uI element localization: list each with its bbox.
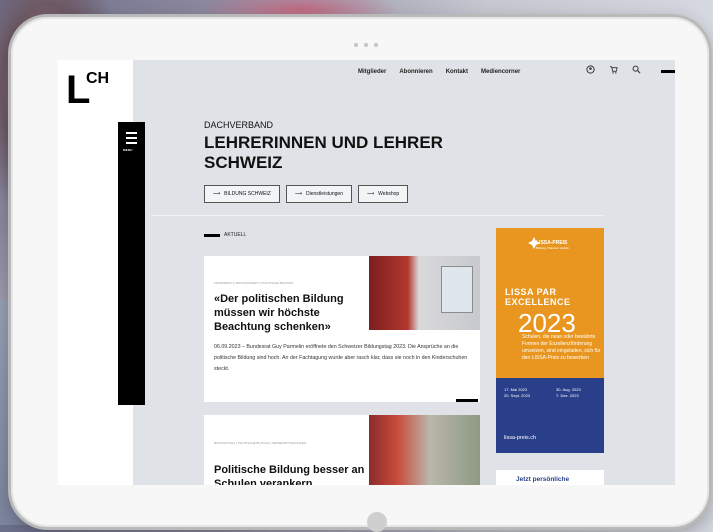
site-logo[interactable]: L CH bbox=[66, 70, 109, 110]
hamburger-icon[interactable] bbox=[126, 132, 137, 147]
search-icon[interactable] bbox=[632, 65, 641, 77]
article-image bbox=[369, 256, 480, 330]
menu-label: MENU bbox=[123, 148, 133, 152]
article-title[interactable]: Politische Bildung besser an Schulen ver… bbox=[214, 463, 384, 485]
camera-dots bbox=[354, 43, 378, 47]
article-card[interactable]: FRANKREICH | BILDUNGSHEFT | POLITISCHE B… bbox=[204, 256, 480, 402]
menu-sidebar[interactable]: MENU bbox=[118, 122, 145, 405]
section-marker bbox=[204, 233, 220, 237]
top-navigation: Mitglieder Abonnieren Kontakt Mediencorn… bbox=[358, 69, 520, 75]
promo-box[interactable]: Jetzt persönliche bbox=[496, 470, 604, 485]
article-category: FRANKREICH | BILDUNGSHEFT | POLITISCHE B… bbox=[214, 281, 294, 285]
webshop-button[interactable]: ⟶ Webshop bbox=[357, 185, 409, 203]
article-category: BILDUNGSTAG | POLITISCHE BILDUNG | MEDIE… bbox=[214, 441, 307, 445]
tablet-screen: L CH Mitglieder Abonnieren Kontakt Medie… bbox=[58, 60, 675, 485]
nav-item-mediencorner[interactable]: Mediencorner bbox=[481, 69, 520, 75]
ad-date-panel: 17. Mai 2023 20. Sept. 2023 30. Aug. 2023… bbox=[496, 378, 604, 453]
header-icons bbox=[586, 65, 641, 77]
cart-icon[interactable] bbox=[609, 65, 618, 77]
account-icon[interactable] bbox=[586, 65, 595, 77]
section-divider bbox=[151, 215, 603, 216]
hero-kicker: DACHVERBAND bbox=[204, 120, 274, 130]
nav-item-mitglieder[interactable]: Mitglieder bbox=[358, 69, 386, 75]
dienstleistungen-button[interactable]: ⟶ Dienstleistungen bbox=[285, 185, 352, 203]
header-accent-bar bbox=[661, 70, 675, 73]
article-image bbox=[369, 415, 480, 485]
arrow-right-icon: ⟶ bbox=[366, 191, 375, 197]
bildung-schweiz-button[interactable]: ⟶ BILDUNG SCHWEIZ bbox=[204, 185, 280, 203]
article-title[interactable]: «Der politischen Bildung müssen wir höch… bbox=[214, 292, 362, 334]
article-card[interactable]: BILDUNGSTAG | POLITISCHE BILDUNG | MEDIE… bbox=[204, 415, 480, 485]
hero-button-row: ⟶ BILDUNG SCHWEIZ ⟶ Dienstleistungen ⟶ Webs… bbox=[204, 185, 409, 203]
home-button[interactable] bbox=[367, 512, 387, 532]
section-label: AKTUELL bbox=[204, 232, 246, 238]
nav-item-kontakt[interactable]: Kontakt bbox=[446, 69, 468, 75]
arrow-right-icon: ⟶ bbox=[294, 191, 303, 197]
hero-headline: LEHRERINNEN UND LEHRER SCHWEIZ bbox=[204, 133, 443, 172]
projection-screen bbox=[441, 266, 473, 313]
card-accent-bar bbox=[456, 399, 478, 402]
nav-item-abonnieren[interactable]: Abonnieren bbox=[399, 69, 432, 75]
article-teaser: 06.09.2023 – Bundesrat Guy Parmelin eröf… bbox=[214, 344, 468, 372]
ad-url[interactable]: lissa-preis.ch bbox=[504, 435, 536, 441]
arrow-right-icon: ⟶ bbox=[213, 191, 221, 197]
lissa-prize-ad[interactable]: LISSA-PREIS Bildung Chancen Vielfalt LIS… bbox=[496, 228, 604, 453]
